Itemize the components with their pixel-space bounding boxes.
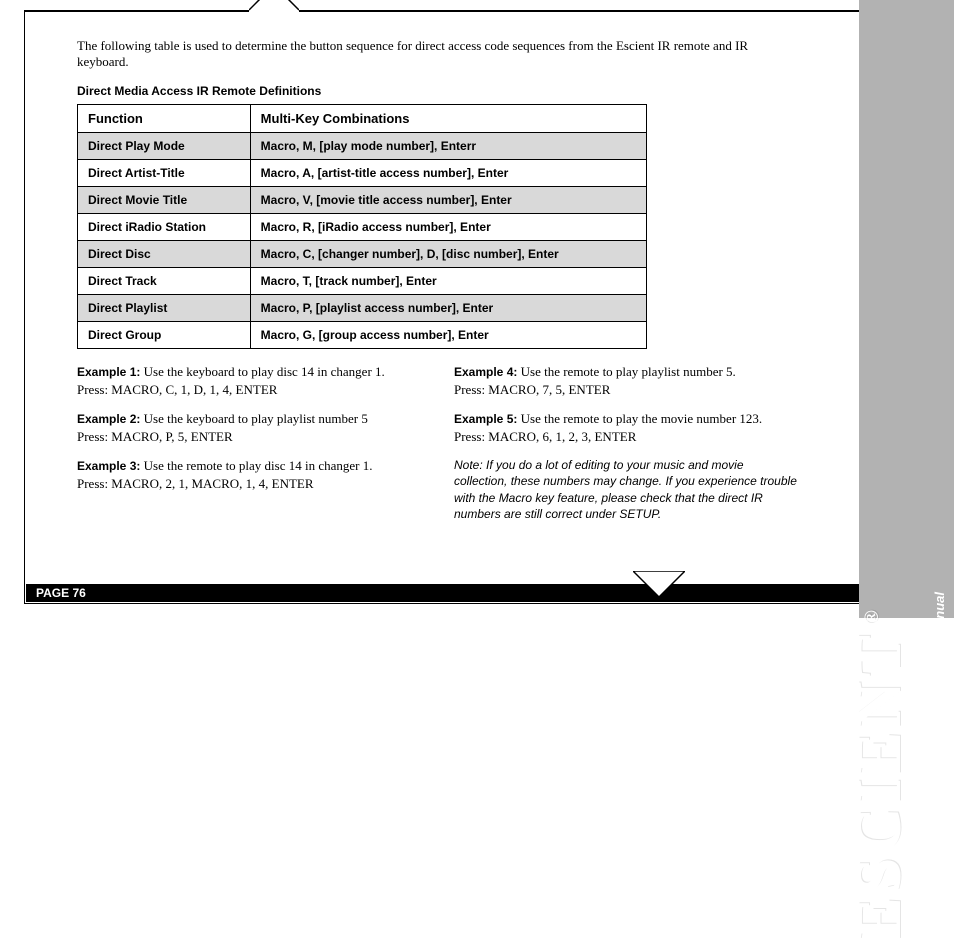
manual-title: FireBall™ SE-D1 User's Manual — [932, 592, 947, 786]
table-row: Direct Play ModeMacro, M, [play mode num… — [78, 133, 647, 160]
example-2: Example 2: Use the keyboard to play play… — [77, 410, 420, 445]
top-notch — [249, 0, 299, 1]
brand-logo: ESCIENT® — [842, 606, 916, 940]
note-text: Note: If you do a lot of editing to your… — [454, 457, 797, 522]
example-4: Example 4: Use the remote to play playli… — [454, 363, 797, 398]
th-combo: Multi-Key Combinations — [250, 105, 646, 133]
table-row: Direct iRadio StationMacro, R, [iRadio a… — [78, 214, 647, 241]
table-heading: Direct Media Access IR Remote Definition… — [77, 84, 797, 98]
example-3: Example 3: Use the remote to play disc 1… — [77, 457, 420, 522]
bottom-notch — [633, 571, 685, 604]
page-frame: The following table is used to determine… — [24, 10, 930, 604]
definitions-table: Function Multi-Key Combinations Direct P… — [77, 104, 647, 349]
brand-sidebar: ESCIENT® FireBall™ SE-D1 User's Manual — [859, 0, 954, 618]
table-row: Direct DiscMacro, C, [changer number], D… — [78, 241, 647, 268]
intro-text: The following table is used to determine… — [77, 38, 797, 70]
table-row: Direct PlaylistMacro, P, [playlist acces… — [78, 295, 647, 322]
examples-grid: Example 1: Use the keyboard to play disc… — [77, 363, 797, 522]
table-row: Direct Movie TitleMacro, V, [movie title… — [78, 187, 647, 214]
th-function: Function — [78, 105, 251, 133]
table-row: Direct TrackMacro, T, [track number], En… — [78, 268, 647, 295]
example-5: Example 5: Use the remote to play the mo… — [454, 410, 797, 445]
page-content: The following table is used to determine… — [49, 22, 809, 583]
registered-mark: ® — [861, 606, 883, 625]
page-footer: PAGE 76 — [26, 584, 928, 602]
table-row: Direct GroupMacro, G, [group access numb… — [78, 322, 647, 349]
example-1: Example 1: Use the keyboard to play disc… — [77, 363, 420, 398]
page-number: PAGE 76 — [36, 586, 86, 600]
table-row: Direct Artist-TitleMacro, A, [artist-tit… — [78, 160, 647, 187]
